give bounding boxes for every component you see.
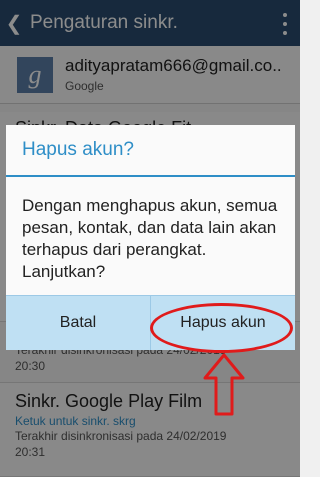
dialog-title: Hapus akun? [22,139,134,160]
up-arrow-icon [203,353,245,416]
highlight-ellipse [150,303,293,353]
dialog-body: Dengan menghapus akun, semua pesan, kont… [6,177,295,295]
dialog-header: Hapus akun? [6,125,295,177]
cancel-button[interactable]: Batal [6,296,150,350]
dialog-message: Dengan menghapus akun, semua pesan, kont… [22,196,278,281]
